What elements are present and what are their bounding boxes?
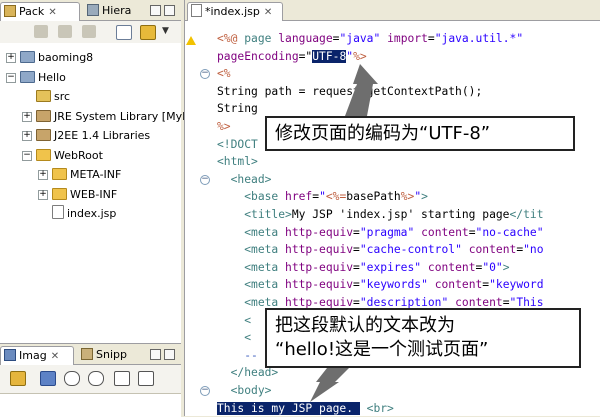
- tree-item-label: J2EE 1.4 Libraries: [54, 129, 151, 142]
- tree-item[interactable]: + META-INF: [38, 166, 121, 184]
- callout-arrows: [310, 64, 378, 402]
- lib-icon: [36, 129, 51, 141]
- tab-package-label: Pack: [19, 5, 45, 18]
- folder-icon: [36, 148, 51, 161]
- up-arrow-icon[interactable]: [82, 25, 96, 38]
- maximize-icon[interactable]: [164, 349, 175, 360]
- tree-item-label: src: [54, 90, 71, 103]
- maximize-icon[interactable]: [164, 5, 175, 16]
- tree-item[interactable]: src: [22, 88, 70, 106]
- tree-item-label: index.jsp: [67, 207, 117, 220]
- tree-item-label: Hello: [38, 70, 66, 84]
- snippets-icon: [81, 348, 93, 360]
- tree-item-label: WebRoot: [54, 148, 103, 162]
- tree-item-label: META-INF: [70, 168, 122, 181]
- src-icon: [36, 90, 51, 102]
- folder-icon: [52, 168, 67, 180]
- forward-arrow-icon[interactable]: [58, 25, 72, 38]
- tab-image-label: Imag: [19, 349, 47, 362]
- tab-snippets[interactable]: Snipp: [78, 346, 136, 364]
- collapse-icon[interactable]: −: [6, 72, 16, 83]
- image-icon: [4, 349, 16, 361]
- tab-package-explorer[interactable]: Pack ✕: [0, 2, 80, 21]
- tab-hierarchy-label: Hiera: [102, 4, 132, 17]
- zoom-out-icon[interactable]: [64, 371, 80, 386]
- collapse-icon[interactable]: −: [22, 150, 32, 161]
- expand-icon[interactable]: +: [22, 131, 32, 141]
- encoding-arrow: [345, 64, 378, 116]
- package-explorer-tabbar: Pack ✕ Hiera: [0, 0, 181, 21]
- jsp-icon: [52, 205, 64, 219]
- editor-panel: *index.jsp ✕ − − − <%@ page language="java"…: [184, 0, 600, 416]
- expand-icon[interactable]: +: [22, 111, 32, 122]
- zoom-in-icon[interactable]: [88, 371, 104, 386]
- expand-icon[interactable]: +: [38, 170, 48, 180]
- tree-item[interactable]: − Hello: [6, 69, 66, 87]
- tree-item[interactable]: − WebRoot: [22, 147, 103, 165]
- image-panel: Imag ✕ Snipp: [0, 343, 181, 417]
- tree-item-label: baoming8: [38, 51, 94, 64]
- lib-icon: [36, 109, 51, 122]
- tree-item-label: JRE System Library [MyE: [54, 109, 190, 123]
- fit-icon[interactable]: [138, 371, 154, 386]
- tree-item[interactable]: + WEB-INF: [38, 186, 117, 204]
- tree-item[interactable]: + JRE System Library [MyE: [22, 108, 189, 126]
- project-tree: + baoming8 − Hello src + JRE System Library [M…: [0, 43, 189, 343]
- tree-item[interactable]: + J2EE 1.4 Libraries: [22, 127, 150, 145]
- back-arrow-icon[interactable]: [34, 25, 48, 38]
- minimize-icon[interactable]: [150, 349, 161, 360]
- proj-icon: [20, 51, 35, 63]
- tab-image[interactable]: Imag ✕: [0, 346, 74, 365]
- close-icon[interactable]: ✕: [48, 7, 56, 18]
- tree-item[interactable]: + baoming8: [6, 49, 93, 67]
- image-view-icon[interactable]: [40, 371, 56, 386]
- view-menu-icon[interactable]: ▼: [162, 25, 172, 38]
- proj-icon: [20, 70, 35, 83]
- pin-icon[interactable]: [10, 371, 26, 386]
- expand-icon[interactable]: +: [38, 189, 48, 200]
- collapse-all-icon[interactable]: [116, 25, 132, 40]
- minimize-icon[interactable]: [150, 5, 161, 16]
- image-toolbar: [0, 365, 181, 394]
- hierarchy-icon: [87, 4, 99, 16]
- expand-icon[interactable]: +: [6, 53, 16, 63]
- tab-hierarchy[interactable]: Hiera: [84, 2, 142, 20]
- tab-snippets-label: Snipp: [96, 348, 127, 361]
- link-editor-icon[interactable]: [140, 25, 156, 40]
- left-panel: Pack ✕ Hiera ▼ + baoming8− Hello src + JRE Sys…: [0, 0, 189, 417]
- close-icon[interactable]: ✕: [51, 351, 59, 362]
- actual-size-icon[interactable]: [114, 371, 130, 386]
- folder-icon: [52, 187, 67, 200]
- tree-item-label: WEB-INF: [70, 187, 118, 201]
- package-icon: [4, 5, 16, 17]
- tree-item[interactable]: index.jsp: [38, 205, 116, 223]
- text-arrow: [310, 368, 349, 402]
- package-explorer-toolbar: ▼: [0, 21, 181, 44]
- image-panel-tabbar: Imag ✕ Snipp: [0, 344, 181, 365]
